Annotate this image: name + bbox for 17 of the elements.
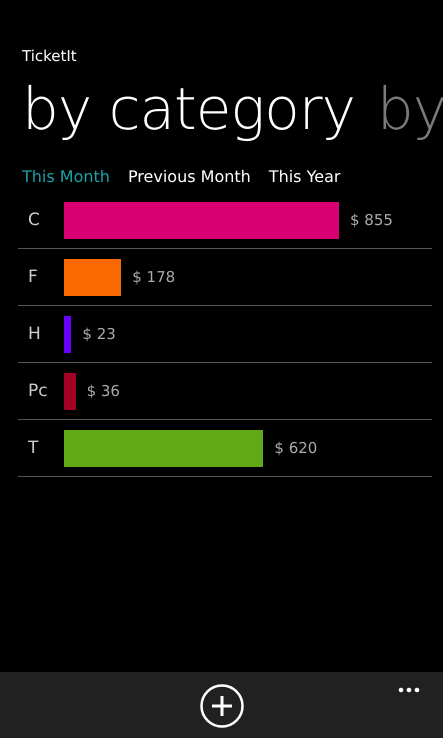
category-label: C — [27, 210, 41, 230]
category-label: Pc — [27, 381, 49, 401]
period-tab[interactable]: This Month — [22, 167, 110, 186]
period-tab[interactable]: This Year — [268, 167, 340, 186]
amount-label: $ 23 — [82, 325, 116, 343]
period-tab[interactable]: Previous Month — [128, 167, 251, 186]
category-label: T — [27, 438, 40, 458]
category-label: F — [27, 267, 39, 287]
amount-label: $ 620 — [274, 439, 318, 457]
category-label: H — [27, 324, 42, 344]
add-icon[interactable] — [200, 684, 244, 728]
pivot-header[interactable]: by category — [22, 73, 355, 145]
amount-label: $ 36 — [86, 382, 120, 400]
app-title: TicketIt — [22, 47, 77, 65]
pivot-header[interactable]: by — [376, 73, 443, 145]
amount-label: $ 178 — [132, 268, 176, 286]
amount-label: $ 855 — [350, 211, 393, 229]
